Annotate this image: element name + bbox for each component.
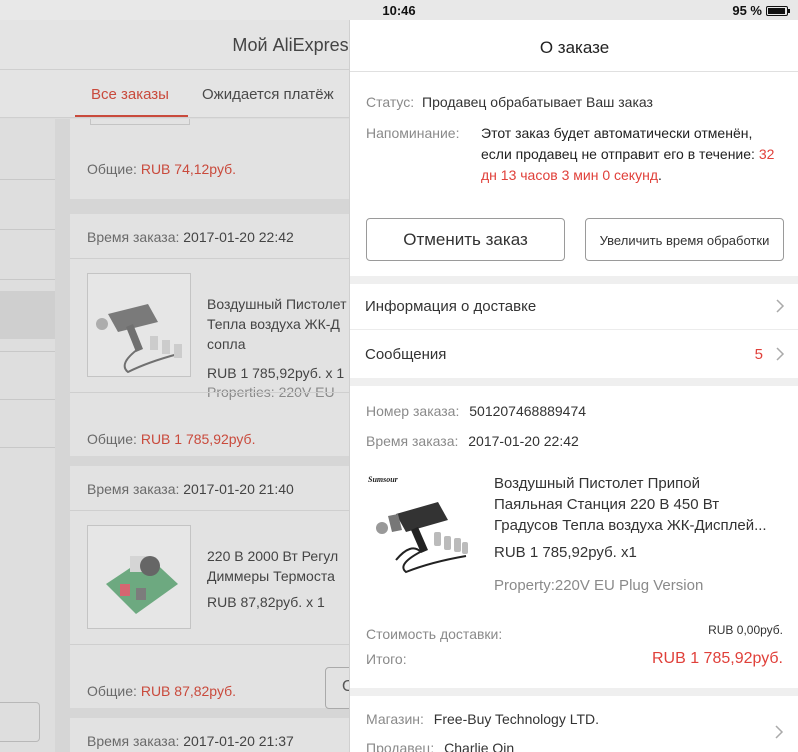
order-card: Общие: RUB 74,12руб. [70, 119, 350, 199]
chevron-right-icon [776, 299, 785, 313]
messages-count: 5 [754, 346, 763, 363]
chevron-right-icon [776, 347, 785, 361]
bg-sidebar [0, 119, 55, 752]
shipping-value: RUB 0,00руб. [708, 623, 783, 637]
extend-processing-button[interactable]: Увеличить время обработки [585, 218, 784, 261]
messages-row[interactable]: Сообщения 5 [350, 332, 798, 378]
order-action-button[interactable]: О [325, 667, 350, 709]
battery-indicator: 95 % [732, 3, 790, 18]
active-tab-indicator [75, 115, 188, 117]
order-card[interactable]: Время заказа: 2017-01-20 21:40 220 В 200… [70, 466, 350, 709]
product-thumbnail[interactable] [87, 525, 191, 629]
tab-all-orders[interactable]: Все заказы [91, 86, 169, 103]
order-total: RUB 1 785,92руб. [140, 431, 256, 447]
product-title: Воздушный Пистолет Тепла воздуха ЖК-Д со… [207, 296, 347, 352]
panel-header: О заказе [350, 20, 798, 72]
seller-row: Продавец: Charlie Qin [366, 740, 515, 752]
order-number: Номер заказа: 501207468889474 [366, 403, 587, 419]
delivery-info-row[interactable]: Информация о доставке [350, 284, 798, 330]
total-label: Итого: [366, 651, 407, 667]
order-status: Статус: Продавец обрабатывает Ваш заказ [366, 94, 653, 110]
store-row[interactable]: Магазин: Free-Buy Technology LTD. [366, 711, 599, 727]
status-time: 10:46 [382, 3, 416, 18]
cancel-order-button[interactable]: Отменить заказ [366, 218, 565, 261]
order-total: RUB 87,82руб. [140, 683, 237, 699]
total-value: RUB 1 785,92руб. [651, 650, 783, 667]
product-price: RUB 87,82руб. х 1 [207, 594, 325, 610]
reminder-label: Напоминание: [366, 125, 460, 141]
order-card[interactable]: Время заказа: 2017-01-20 21:37 [70, 718, 350, 752]
product-image[interactable]: Sumsour [366, 472, 470, 576]
reminder-text: Этот заказ будет автоматически отменён, … [481, 125, 775, 183]
messages-label: Сообщения [365, 346, 447, 363]
battery-percent: 95 % [732, 3, 762, 18]
chevron-right-icon[interactable] [772, 723, 786, 741]
product-thumbnail[interactable] [87, 273, 191, 377]
bg-sidebar-button [0, 702, 40, 742]
product-property: Property:220V EU Plug Version [494, 577, 704, 594]
shipping-label: Стоимость доставки: [366, 626, 503, 642]
delivery-info-label: Информация о доставке [365, 298, 537, 315]
order-details-panel: О заказе Статус: Продавец обрабатывает В… [349, 20, 798, 752]
panel-title: О заказе [539, 38, 610, 57]
product-price: RUB 1 785,92руб. х 1 [207, 365, 345, 381]
battery-icon [766, 5, 790, 16]
tab-awaiting-payment[interactable]: Ожидается платёж [202, 86, 334, 103]
product-price: RUB 1 785,92руб. x1 [494, 544, 637, 561]
order-card[interactable]: Время заказа: 2017-01-20 22:42 Воздушный… [70, 214, 350, 456]
bg-order-list: Общие: RUB 74,12руб. Время заказа: 2017-… [55, 119, 350, 752]
status-bar: 10:46 95 % [0, 0, 798, 20]
product-title[interactable]: Воздушный Пистолет Припой Паяльная Станц… [494, 473, 784, 536]
product-title: 220 В 2000 Вт Регул Диммеры Термоста [207, 548, 339, 584]
order-time: Время заказа: 2017-01-20 22:42 [366, 433, 579, 449]
brand-mark: Sumsour [368, 475, 399, 484]
order-total: RUB 74,12руб. [140, 161, 237, 177]
